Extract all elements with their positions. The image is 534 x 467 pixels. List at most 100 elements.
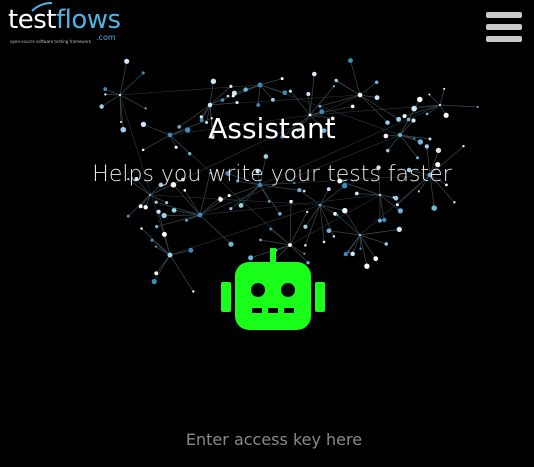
network-node — [167, 252, 173, 258]
menu-bar-middle — [486, 24, 522, 30]
network-edge — [199, 194, 381, 216]
network-node — [183, 189, 187, 192]
network-node — [395, 203, 399, 207]
network-edge — [344, 210, 361, 236]
network-node — [197, 212, 203, 218]
network-edge — [359, 234, 387, 245]
testflows-logo[interactable]: testflows .com open-source software test… — [8, 2, 121, 44]
network-node — [140, 227, 143, 230]
network-node — [311, 71, 317, 77]
network-node — [443, 87, 446, 90]
logo-word-flows: flows — [55, 5, 121, 35]
network-node — [226, 94, 230, 98]
network-node — [453, 201, 456, 204]
network-node — [343, 251, 348, 257]
network-node — [165, 201, 169, 205]
page-subtitle: Helps you write your tests faster — [92, 162, 452, 187]
network-edge — [319, 204, 325, 242]
network-node — [171, 207, 177, 213]
network-node — [155, 224, 159, 229]
network-node — [462, 145, 465, 148]
network-edge — [151, 239, 171, 256]
network-node — [354, 191, 359, 196]
network-node — [229, 84, 233, 88]
network-node — [229, 207, 233, 211]
network-node — [303, 224, 308, 229]
network-node — [207, 102, 213, 108]
network-node — [416, 156, 420, 160]
network-node — [358, 233, 362, 237]
network-edge — [319, 204, 345, 211]
network-node — [302, 189, 306, 193]
network-node — [282, 90, 288, 96]
network-node — [416, 96, 423, 103]
network-node — [342, 207, 348, 214]
network-node — [431, 205, 437, 211]
network-node — [256, 103, 261, 107]
network-node — [332, 85, 336, 88]
network-node — [228, 241, 234, 247]
network-node — [156, 209, 161, 214]
network-node — [280, 77, 284, 81]
network-edge — [169, 249, 191, 256]
network-node — [141, 148, 145, 152]
menu-bar-top — [486, 12, 522, 18]
network-node — [304, 243, 307, 247]
network-node — [185, 218, 188, 222]
network-node — [288, 89, 292, 93]
network-node — [269, 227, 273, 231]
network-node — [335, 213, 339, 217]
network-node — [476, 105, 479, 109]
access-key-input[interactable] — [137, 424, 411, 454]
network-node — [154, 200, 158, 204]
logo-wordmark: testflows — [8, 4, 121, 36]
network-node — [384, 242, 388, 246]
network-node — [428, 93, 431, 96]
robot-icon — [221, 248, 325, 330]
network-node — [187, 151, 192, 156]
network-node — [377, 218, 382, 223]
hamburger-menu-icon[interactable] — [486, 10, 522, 44]
network-node — [289, 199, 293, 204]
logo-word-test: test — [8, 5, 56, 35]
network-node — [126, 214, 130, 218]
network-edge — [319, 185, 345, 206]
network-edge — [359, 81, 377, 96]
network-node — [378, 193, 382, 197]
network-node — [174, 145, 178, 149]
network-node — [359, 247, 362, 250]
network-edge — [169, 254, 194, 292]
network-node — [373, 256, 379, 262]
network-node — [210, 78, 217, 84]
network-node — [364, 263, 370, 269]
network-node — [350, 104, 355, 109]
network-node — [154, 245, 157, 248]
network-edge — [439, 104, 478, 108]
network-node — [218, 197, 223, 202]
network-node — [118, 93, 122, 97]
network-edge — [309, 74, 315, 116]
network-node — [278, 212, 282, 216]
network-node — [227, 194, 231, 198]
network-node — [357, 92, 363, 98]
network-edge — [289, 201, 292, 246]
network-node — [322, 240, 326, 244]
network-node — [151, 278, 157, 285]
network-node — [124, 58, 130, 64]
network-node — [382, 217, 387, 223]
network-node — [288, 243, 292, 247]
network-edge — [164, 214, 201, 216]
network-node — [259, 238, 262, 242]
network-node — [305, 210, 309, 214]
network-node — [267, 200, 271, 203]
network-node — [104, 93, 107, 96]
network-node — [231, 90, 237, 96]
network-node — [326, 228, 332, 234]
menu-bar-bottom — [486, 36, 522, 42]
network-edge — [259, 78, 283, 86]
network-edge — [209, 81, 214, 106]
network-edge — [259, 184, 281, 215]
network-node — [192, 290, 195, 293]
network-edge — [153, 254, 171, 282]
network-node — [99, 104, 104, 109]
